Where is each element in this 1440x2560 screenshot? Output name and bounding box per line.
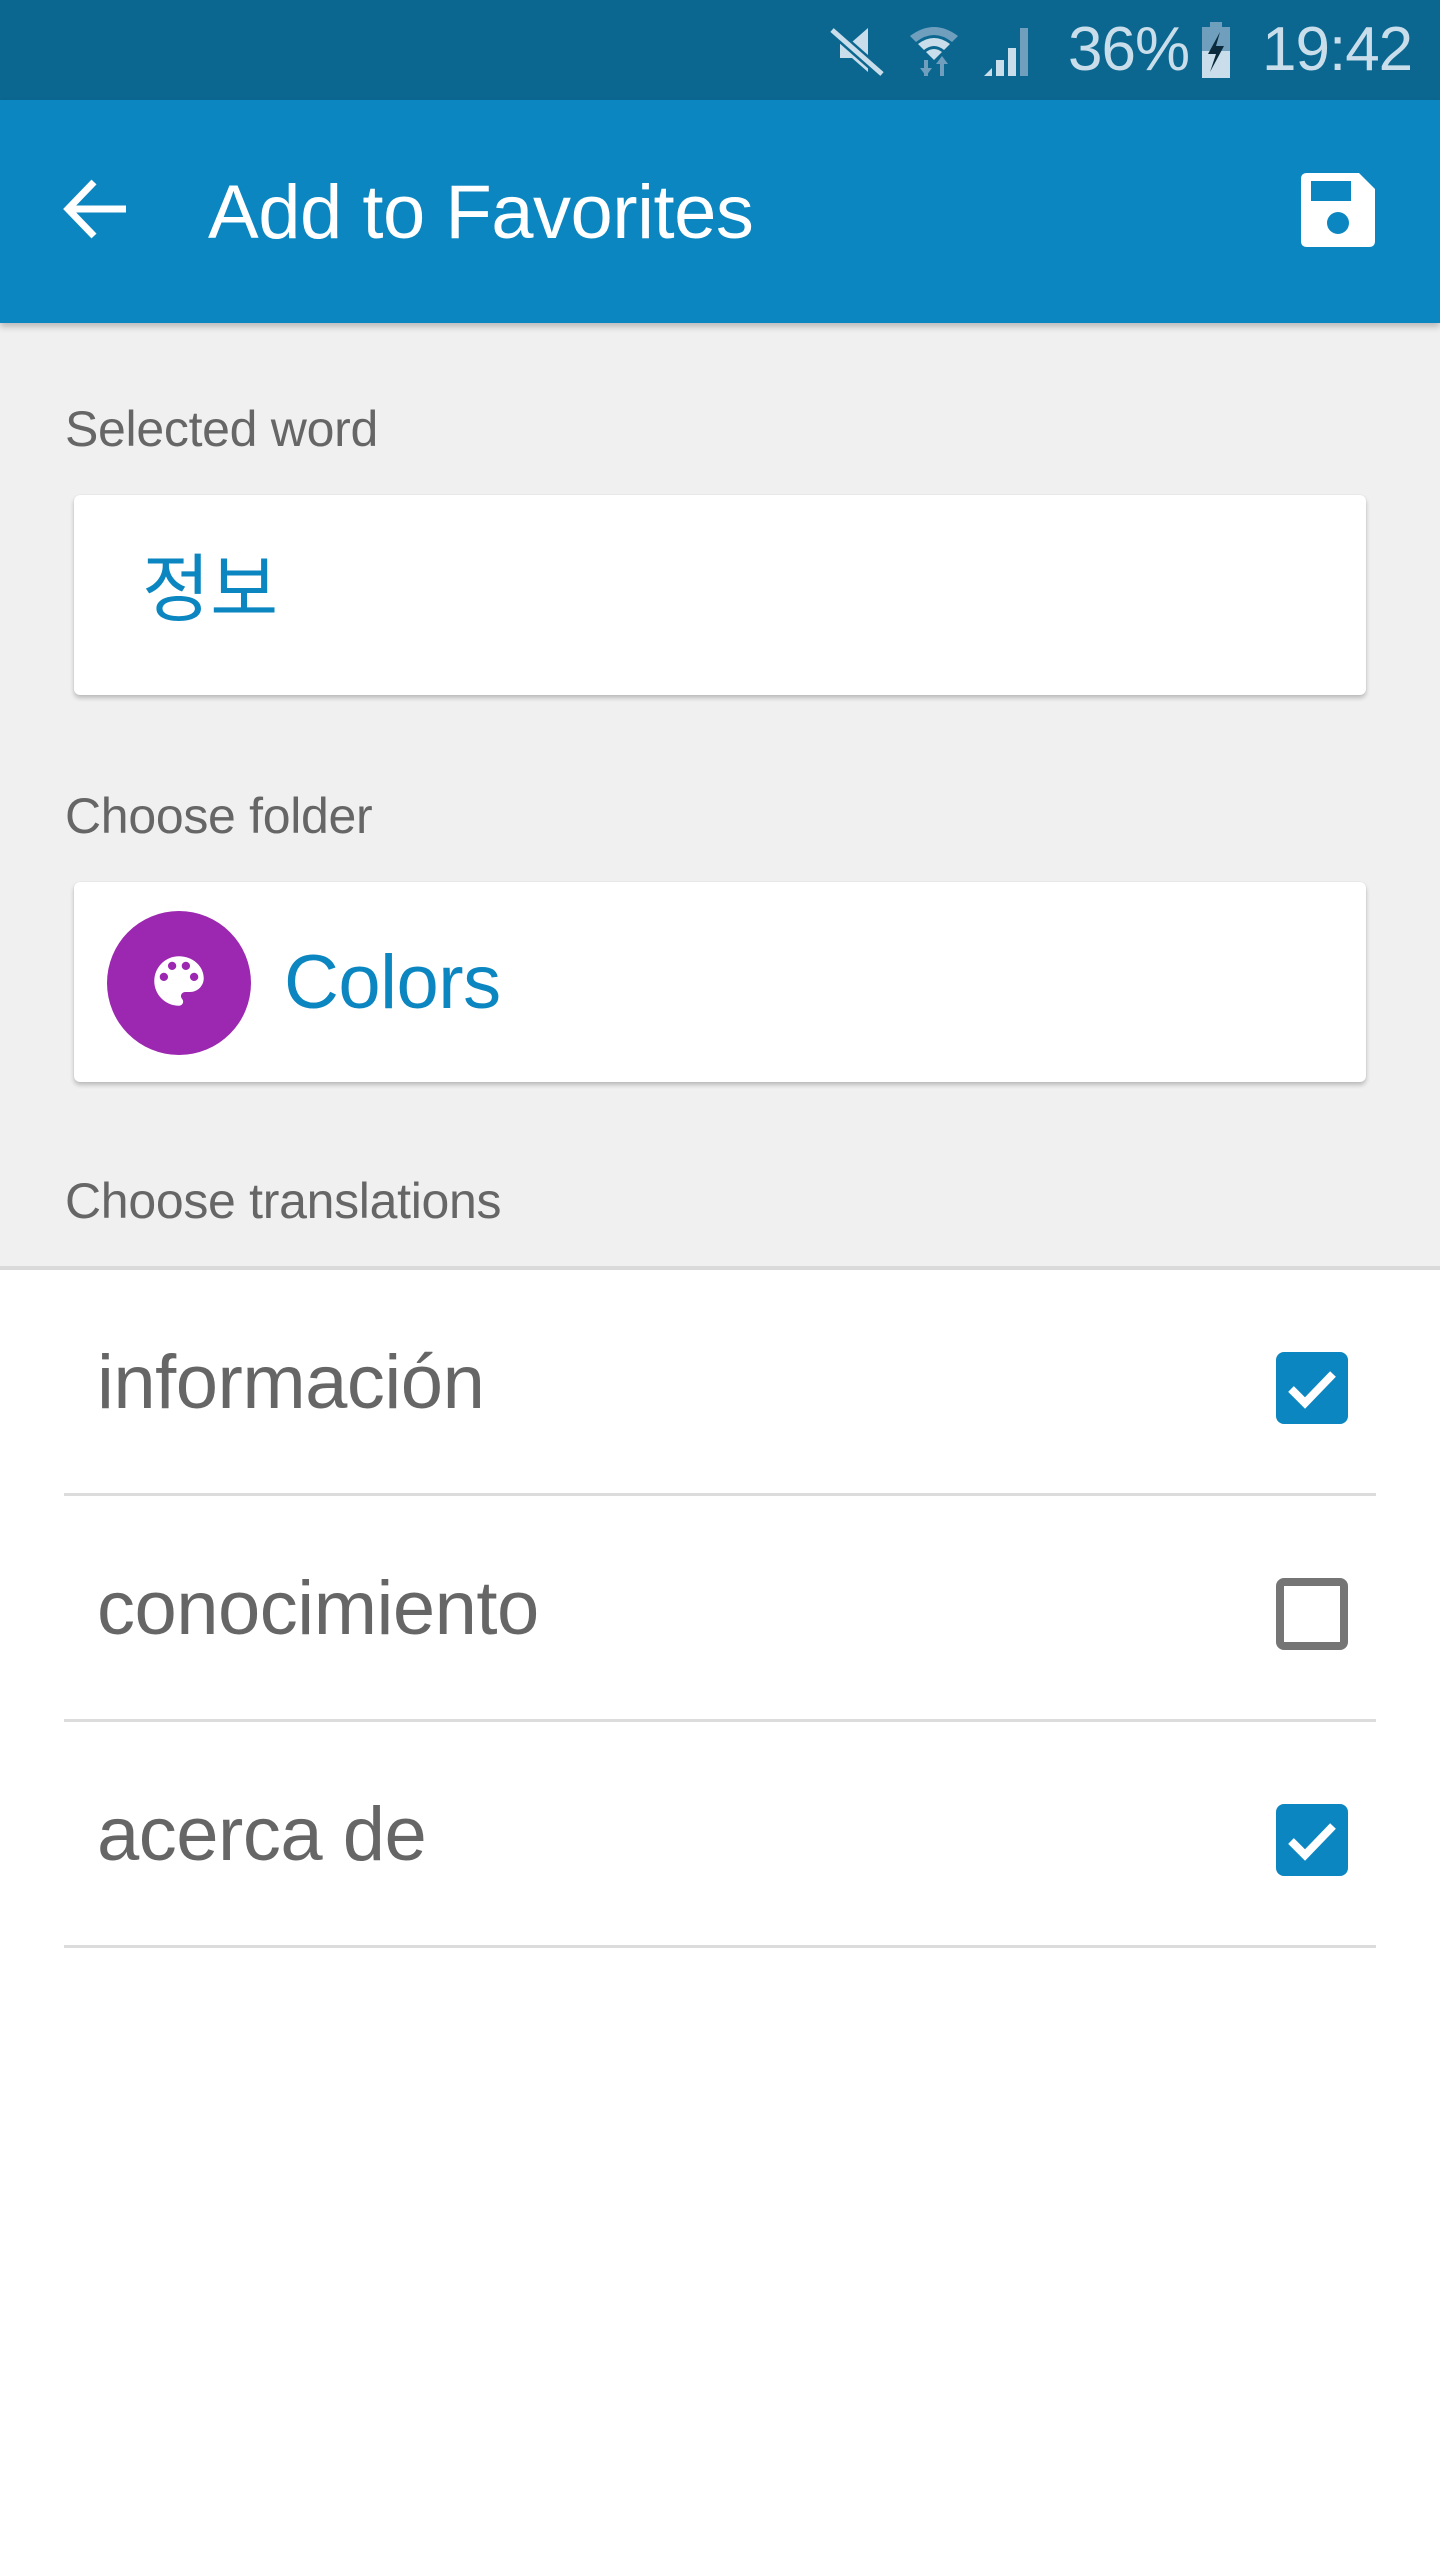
battery-percent: 36% [1068,15,1190,84]
save-button[interactable] [1290,164,1386,260]
form-area: Selected word 정보 Choose folder Colors Ch… [0,323,1440,1270]
checkmark-icon [1288,1371,1336,1409]
app-bar: Add to Favorites [0,100,1440,323]
selected-word-value: 정보 [142,547,279,633]
back-button[interactable] [50,166,140,256]
selected-word-label: Selected word [65,401,378,457]
battery-charging-icon [1198,22,1234,78]
translation-checkbox[interactable] [1276,1352,1348,1424]
row-divider [64,1945,1376,1948]
translation-row[interactable]: conocimiento [0,1496,1440,1722]
floppy-disk-icon [1301,172,1375,252]
translation-checkbox[interactable] [1276,1804,1348,1876]
page-title: Add to Favorites [208,170,754,255]
clock: 19:42 [1262,15,1413,84]
translation-text: información [97,1340,485,1425]
palette-icon [146,948,212,1019]
translation-row[interactable]: información [0,1270,1440,1496]
translation-row[interactable]: acerca de [0,1722,1440,1948]
folder-name: Colors [284,940,501,1025]
mute-icon [826,22,888,78]
translation-text: conocimiento [97,1566,539,1651]
folder-selector[interactable]: Colors [74,882,1366,1082]
choose-folder-label: Choose folder [65,788,373,844]
arrow-left-icon [60,177,130,246]
selected-word-field[interactable]: 정보 [74,495,1366,695]
checkmark-icon [1288,1823,1336,1861]
folder-avatar [107,911,251,1055]
status-bar: 36% 19:42 [0,0,1440,100]
signal-icon [980,22,1036,78]
translations-list: información conocimiento acerca de [0,1270,1440,1948]
translation-text: acerca de [97,1792,427,1877]
choose-translations-label: Choose translations [65,1173,502,1229]
wifi-icon [906,22,962,78]
translation-checkbox[interactable] [1276,1578,1348,1650]
